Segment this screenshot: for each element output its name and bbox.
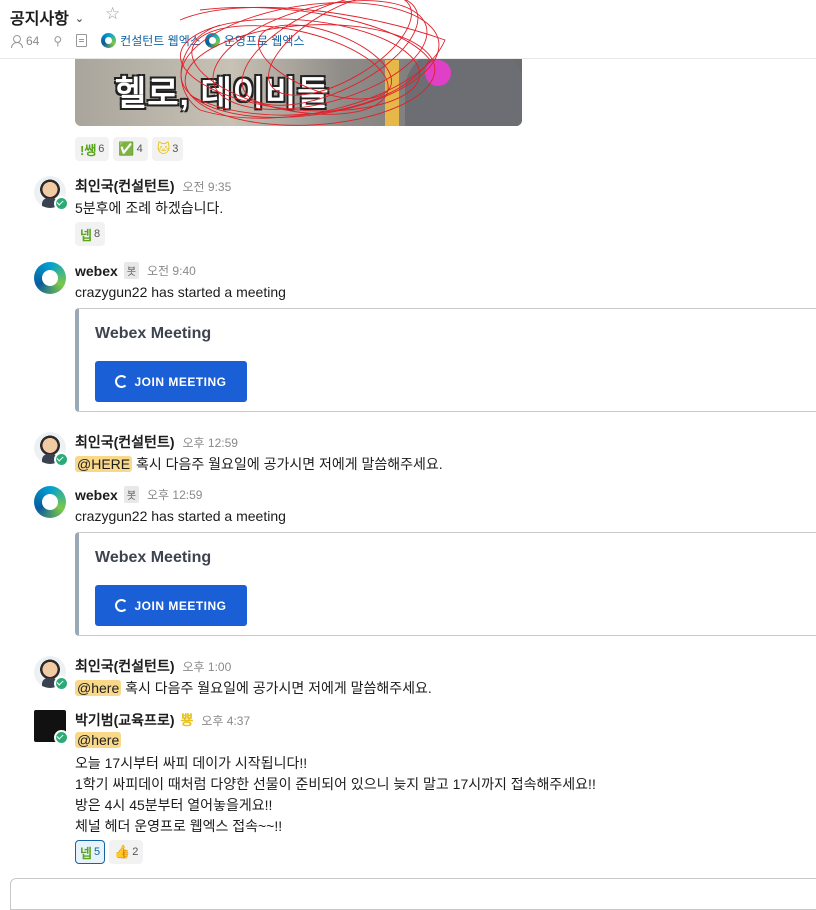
timestamp[interactable]: 오전 9:35 [182,178,231,195]
reaction-count: 6 [98,143,105,155]
message-text: @HERE 혹시 다음주 월요일에 공가시면 저에게 말씀해주세요. [75,454,443,474]
reaction-button[interactable]: 👍 2 [109,840,144,864]
reaction-count: 2 [132,846,139,858]
message-text: @here 혹시 다음주 월요일에 공가시면 저에게 말씀해주세요. [75,678,432,698]
online-status-icon [54,196,69,211]
card-title: Webex Meeting [95,549,212,566]
bookmark-operator-webex[interactable]: 운영프로 웹엑스 [204,32,305,49]
webex-meeting-card: Webex Meeting JOIN MEETING [75,308,816,412]
channel-name: 공지사항 [10,11,69,28]
reaction-button[interactable]: 🐱 3 [151,137,184,161]
sender-name[interactable]: webex [75,487,118,503]
image-cat [405,50,522,126]
timestamp[interactable]: 오후 1:00 [182,658,231,675]
bot-badge: 봇 [123,262,140,279]
bot-badge: 봇 [123,486,140,503]
files-icon[interactable] [76,34,88,47]
timestamp[interactable]: 오전 9:40 [147,262,196,279]
webex-bot-avatar[interactable] [34,262,66,294]
message-line: 방은 4시 45분부터 열어놓을게요!! [75,797,273,813]
image-decoration [385,60,399,126]
webex-icon [101,33,117,48]
message-composer[interactable] [10,878,816,910]
online-status-icon [54,730,69,745]
mention[interactable]: @HERE [75,456,133,472]
online-status-icon [54,452,69,467]
reaction-emoji: 넵 [80,845,92,861]
mention[interactable]: @here [75,732,122,748]
sender-name[interactable]: webex [75,263,118,279]
message-body: 혹시 다음주 월요일에 공가시면 저에게 말씀해주세요. [121,680,432,696]
message-text: 5분후에 조례 하겠습니다. [75,200,224,216]
reaction-emoji: 🐱 [156,141,171,156]
reaction-button[interactable]: !쌩 6 [75,137,110,161]
bookmark-label: 운영프로 웹엑스 [223,34,305,48]
reaction-count: 5 [93,846,101,858]
webex-meeting-card: Webex Meeting JOIN MEETING [75,532,816,636]
image-caption-text: 헬로, 데이비들 [115,75,330,113]
reaction-emoji: 넵 [80,227,92,243]
image-heart [425,60,451,86]
reaction-bar: !쌩 6 ✅ 4 🐱 3 [75,137,184,161]
message-text: crazygun22 has started a meeting [75,284,286,300]
reaction-emoji: ✅ [118,141,135,156]
member-count[interactable]: 64 [10,34,39,48]
channel-title[interactable]: 공지사항 ⌄ [10,5,84,29]
message-text: @here [75,732,122,748]
bookmark-label: 컨설턴트 웹엑스 [120,34,201,48]
webex-icon [115,375,129,388]
member-count-value: 64 [26,33,40,48]
member-icon [10,34,23,48]
sender-name[interactable]: 박기범(교육프로) [75,710,174,730]
online-status-icon [54,676,69,691]
join-meeting-button[interactable]: JOIN MEETING [95,361,247,402]
webex-icon [115,599,129,612]
message-body: 혹시 다음주 월요일에 공가시면 저에게 말씀해주세요. [132,456,443,472]
mention[interactable]: @here [75,680,122,696]
reaction-button[interactable]: 넵 5 [75,840,106,864]
reaction-emoji: 👍 [114,844,131,859]
star-icon[interactable]: ☆ [105,4,120,24]
card-title: Webex Meeting [95,325,212,342]
custom-status-emoji: 뿅 [180,712,194,728]
message-text: crazygun22 has started a meeting [75,508,286,524]
reaction-emoji: !쌩 [80,142,97,158]
join-meeting-label: JOIN MEETING [134,598,227,613]
channel-header: 공지사항 ⌄ ☆ 64 ⚲ 컨설턴트 웹엑스 운영프로 웹엑스 [0,0,816,59]
timestamp[interactable]: 오후 4:37 [201,712,250,729]
sender-name[interactable]: 최인국(컨설턴트) [75,176,174,196]
sender-name[interactable]: 최인국(컨설턴트) [75,656,174,676]
reaction-button[interactable]: ✅ 4 [113,137,148,161]
reaction-button[interactable]: 넵 8 [75,222,106,246]
bookmark-consultant-webex[interactable]: 컨설턴트 웹엑스 [101,32,201,49]
timestamp[interactable]: 오후 12:59 [147,486,202,503]
reaction-count: 3 [172,143,179,155]
timestamp[interactable]: 오후 12:59 [182,434,237,451]
message-line: 오늘 17시부터 싸피 데이가 시작됩니다!! [75,755,308,771]
join-meeting-label: JOIN MEETING [134,374,227,389]
chevron-down-icon: ⌄ [74,12,85,25]
webex-bot-avatar[interactable] [34,486,66,518]
pin-icon[interactable]: ⚲ [53,34,62,48]
webex-icon [204,33,220,48]
message-line: 1학기 싸피데이 때처럼 다양한 선물이 준비되어 있으니 늦지 말고 17시까… [75,776,596,792]
reaction-count: 8 [93,228,101,240]
sender-name[interactable]: 최인국(컨설턴트) [75,432,174,452]
reaction-count: 4 [136,143,143,155]
join-meeting-button[interactable]: JOIN MEETING [95,585,247,626]
message-line: 체널 헤더 운영프로 웹엑스 접속~~!! [75,818,283,834]
